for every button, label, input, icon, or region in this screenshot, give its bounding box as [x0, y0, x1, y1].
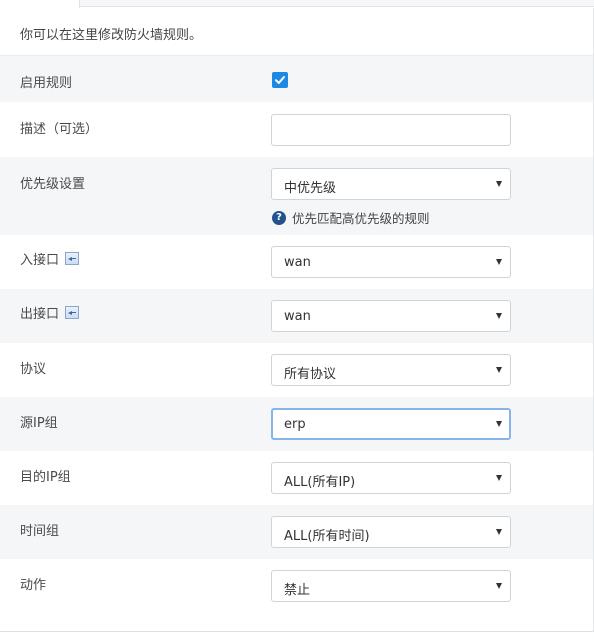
action-select[interactable]: 禁止 [271, 570, 511, 602]
interface-icon[interactable] [65, 306, 80, 319]
protocol-label: 协议 [20, 362, 47, 377]
priority-hint: ? 优先匹配高优先级的规则 [272, 208, 430, 227]
out-interface-label-group: 出接口 [20, 303, 80, 322]
intro-bar: 你可以在这里修改防火墙规则。 [0, 8, 593, 56]
description-input[interactable] [271, 114, 511, 146]
enable-rule-checkbox[interactable] [272, 72, 288, 88]
question-circle-icon: ? [272, 210, 286, 225]
enable-rule-label: 启用规则 [20, 76, 73, 91]
row-dest-ip-group: 目的IP组 ALL(所有IP) [0, 451, 593, 505]
action-label: 动作 [20, 578, 47, 593]
row-in-interface: 入接口 wan [0, 235, 593, 289]
row-protocol: 协议 所有协议 [0, 343, 593, 397]
chevron-down-icon [496, 313, 502, 319]
chevron-down-icon [496, 583, 502, 589]
dest-ip-group-select[interactable]: ALL(所有IP) [271, 462, 511, 494]
row-time-group: 时间组 ALL(所有时间) [0, 505, 593, 559]
in-interface-label-group: 入接口 [20, 249, 80, 268]
source-ip-group-select-value: erp [284, 417, 306, 432]
firewall-rule-form: 你可以在这里修改防火墙规则。 启用规则 描述（可选） 优先级设置 中优先级 ? … [0, 8, 594, 632]
row-out-interface: 出接口 wan [0, 289, 593, 343]
description-label: 描述（可选） [20, 122, 99, 137]
time-group-label: 时间组 [20, 524, 60, 539]
source-ip-group-label: 源IP组 [20, 416, 58, 431]
checkmark-icon [275, 76, 285, 84]
dest-ip-group-label: 目的IP组 [20, 470, 71, 485]
row-source-ip-group: 源IP组 erp [0, 397, 593, 451]
source-ip-group-select[interactable]: erp [271, 408, 511, 440]
priority-hint-text: 优先匹配高优先级的规则 [292, 211, 430, 226]
chevron-down-icon [496, 367, 502, 373]
row-priority: 优先级设置 中优先级 ? 优先匹配高优先级的规则 [0, 157, 593, 235]
priority-select-value: 中优先级 [284, 181, 337, 196]
action-select-value: 禁止 [284, 583, 311, 598]
time-group-select[interactable]: ALL(所有时间) [271, 516, 511, 548]
in-interface-label: 入接口 [20, 253, 60, 268]
out-interface-select[interactable]: wan [271, 300, 511, 332]
out-interface-select-value: wan [284, 309, 311, 324]
chevron-down-icon [496, 181, 502, 187]
priority-select[interactable]: 中优先级 [271, 168, 511, 200]
priority-label: 优先级设置 [20, 177, 86, 192]
in-interface-select[interactable]: wan [271, 246, 511, 278]
chevron-down-icon [496, 529, 502, 535]
time-group-select-value: ALL(所有时间) [284, 529, 370, 544]
in-interface-select-value: wan [284, 255, 311, 270]
dest-ip-group-select-value: ALL(所有IP) [284, 475, 356, 490]
row-action: 动作 禁止 [0, 559, 593, 631]
row-description: 描述（可选） [0, 102, 593, 157]
chevron-down-icon [496, 421, 502, 427]
active-tab[interactable] [0, 0, 80, 8]
protocol-select[interactable]: 所有协议 [271, 354, 511, 386]
interface-icon[interactable] [65, 252, 80, 265]
out-interface-label: 出接口 [20, 307, 60, 322]
top-tab-strip [0, 0, 594, 8]
row-enable-rule: 启用规则 [0, 56, 593, 102]
protocol-select-value: 所有协议 [284, 367, 337, 382]
intro-text: 你可以在这里修改防火墙规则。 [20, 28, 203, 43]
chevron-down-icon [496, 475, 502, 481]
chevron-down-icon [496, 259, 502, 265]
